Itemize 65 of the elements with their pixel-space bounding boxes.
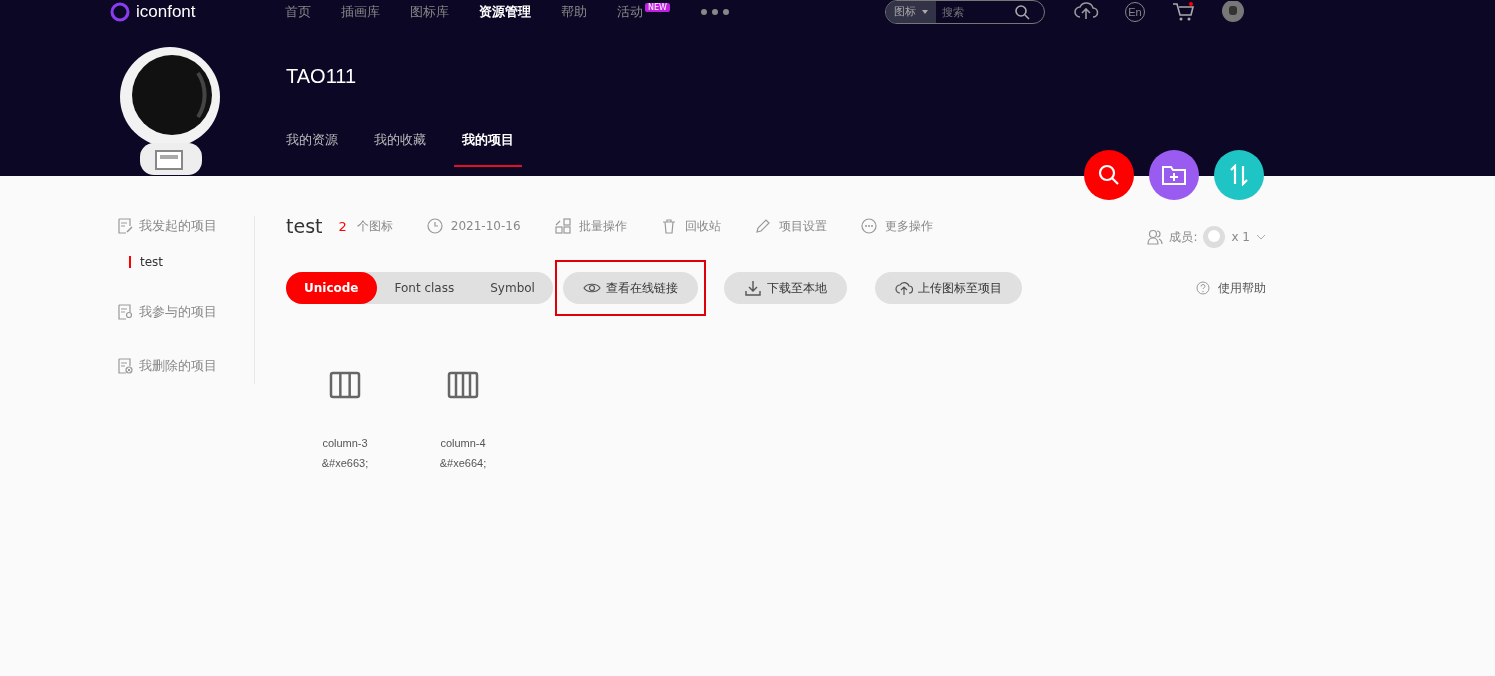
project-title: test bbox=[286, 215, 323, 237]
nav-link[interactable]: 图标库 bbox=[410, 3, 449, 21]
sort-button[interactable] bbox=[1214, 150, 1264, 200]
nav-link[interactable]: 首页 bbox=[285, 3, 311, 21]
project-action[interactable]: 更多操作 bbox=[884, 217, 933, 235]
help-icon bbox=[1196, 281, 1210, 295]
button-icon bbox=[894, 280, 913, 296]
more-icon[interactable] bbox=[699, 8, 730, 16]
caret-icon bbox=[922, 10, 928, 14]
mode-tab[interactable]: Font class bbox=[376, 272, 473, 304]
logo-text[interactable]: iconfont bbox=[136, 2, 196, 22]
sidebar-item[interactable]: 我发起的项目 bbox=[139, 217, 217, 235]
cart-icon[interactable] bbox=[1171, 2, 1195, 22]
nav-link[interactable]: 插画库 bbox=[341, 3, 380, 21]
action-icon bbox=[860, 218, 877, 234]
sidebar-item[interactable]: 我参与的项目 bbox=[139, 303, 217, 321]
columns-icon[interactable] bbox=[329, 371, 361, 399]
project-date: 2021-10-16 bbox=[450, 219, 521, 233]
action-icon bbox=[754, 218, 771, 234]
new-badge: NEW bbox=[645, 3, 670, 12]
search-icon bbox=[1098, 164, 1120, 186]
project-action[interactable]: 回收站 bbox=[684, 217, 721, 235]
icon-code: &#xe663; bbox=[321, 456, 369, 471]
project-action[interactable]: 批量操作 bbox=[578, 217, 627, 235]
members-count: x 1 bbox=[1231, 230, 1250, 244]
document-icon bbox=[117, 218, 133, 234]
nav-link[interactable]: 资源管理 bbox=[479, 3, 531, 21]
nav-link[interactable]: 活动 bbox=[617, 3, 643, 21]
folder-plus-icon bbox=[1161, 164, 1187, 186]
icon-count-label: 个图标 bbox=[356, 217, 393, 235]
sidebar-item[interactable]: 我删除的项目 bbox=[139, 357, 217, 375]
profile-tab[interactable]: 我的项目 bbox=[454, 131, 522, 167]
profile-tab[interactable]: 我的资源 bbox=[278, 131, 346, 167]
username: TAO111 bbox=[286, 65, 358, 88]
help-link[interactable]: 使用帮助 bbox=[1218, 279, 1266, 297]
icon-count: 2 bbox=[338, 218, 347, 234]
members-label: 成员: bbox=[1169, 228, 1198, 246]
member-avatar-icon bbox=[1203, 226, 1226, 248]
icon-code: &#xe664; bbox=[439, 456, 487, 471]
mode-tab[interactable]: Symbol bbox=[472, 272, 553, 304]
icon-name: column-4 bbox=[440, 436, 486, 451]
mode-tab[interactable]: Unicode bbox=[286, 272, 377, 304]
sidebar-project-link[interactable]: test bbox=[129, 256, 254, 268]
search-scope-select[interactable]: 图标 bbox=[886, 1, 936, 23]
action-icon bbox=[660, 218, 677, 234]
profile-tab[interactable]: 我的收藏 bbox=[366, 131, 434, 167]
toolbar-button[interactable]: 上传图标至项目 bbox=[874, 272, 1022, 304]
cloud-upload-icon[interactable] bbox=[1073, 2, 1099, 22]
logo-icon bbox=[110, 2, 130, 22]
nav-link[interactable]: 帮助 bbox=[561, 3, 587, 21]
search-button[interactable] bbox=[1084, 150, 1134, 200]
document-icon bbox=[117, 304, 133, 320]
search-icon[interactable] bbox=[1014, 4, 1030, 20]
user-avatar-icon[interactable] bbox=[1221, 1, 1245, 23]
icon-name: column-3 bbox=[322, 436, 368, 451]
button-icon bbox=[743, 280, 762, 296]
action-icon bbox=[554, 218, 571, 234]
clock-icon bbox=[426, 218, 443, 234]
columns-icon[interactable] bbox=[447, 371, 479, 399]
document-icon bbox=[117, 358, 133, 374]
add-folder-button[interactable] bbox=[1149, 150, 1199, 200]
toolbar-button[interactable]: 查看在线链接 bbox=[562, 272, 698, 304]
toolbar-button[interactable]: 下载至本地 bbox=[723, 272, 847, 304]
project-action[interactable]: 项目设置 bbox=[778, 217, 827, 235]
members-icon bbox=[1147, 229, 1164, 245]
